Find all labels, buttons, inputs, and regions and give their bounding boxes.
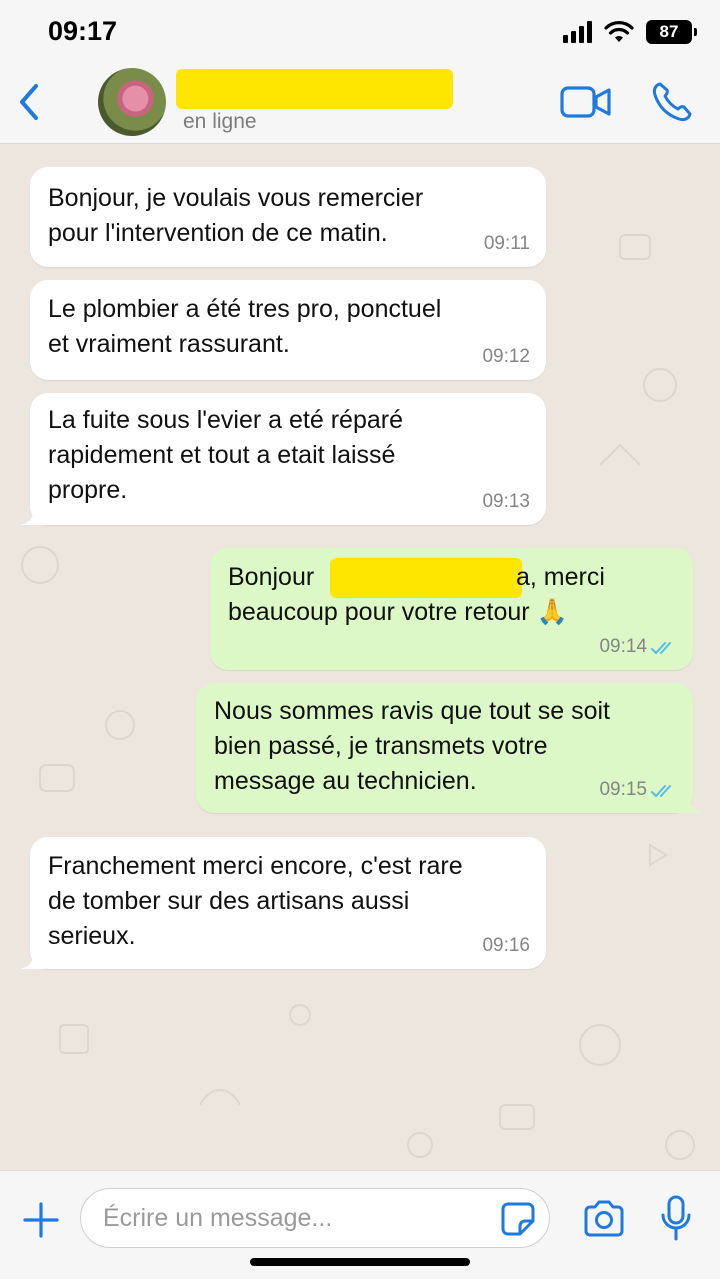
message-time: 09:15 — [599, 779, 647, 800]
message-bubble-incoming[interactable]: Bonjour, je voulais vous remercier pour … — [30, 167, 546, 267]
status-icons: 87 — [563, 18, 697, 46]
message-text: Le plombier a été tres pro, ponctuel et … — [48, 295, 442, 358]
message-time: 09:11 — [483, 233, 530, 254]
message-bubble-outgoing[interactable]: Bonjour a, merci beaucoup pour votre ret… — [210, 548, 693, 670]
message-text-line1-start: Bonjour — [228, 563, 315, 591]
message-text: Nous sommes ravis que tout se soit bien … — [214, 697, 610, 795]
read-ticks-icon — [651, 785, 671, 798]
message-bubble-outgoing[interactable]: Nous sommes ravis que tout se soit bien … — [196, 683, 703, 813]
contact-avatar[interactable] — [98, 68, 166, 136]
chat-area[interactable]: Bonjour, je voulais vous remercier pour … — [0, 145, 720, 1170]
message-text-line2: beaucoup pour votre retour 🙏 — [228, 598, 568, 626]
contact-status: en ligne — [183, 110, 257, 133]
message-time: 09:16 — [482, 935, 530, 956]
sticker-button[interactable] — [500, 1201, 536, 1237]
message-input[interactable] — [80, 1188, 550, 1248]
read-ticks-icon — [651, 642, 671, 655]
bubble-tail — [677, 791, 703, 813]
home-indicator — [250, 1258, 470, 1266]
message-time: 09:12 — [482, 346, 530, 367]
status-time: 09:17 — [48, 16, 118, 46]
message-text: La fuite sous l'evier a eté réparé rapid… — [48, 406, 403, 504]
battery-level: 87 — [659, 22, 679, 41]
bubble-tail — [20, 947, 46, 969]
attach-plus-button[interactable] — [22, 1201, 60, 1239]
message-text: Bonjour, je voulais vous remercier pour … — [48, 184, 424, 247]
message-bubble-incoming[interactable]: Franchement merci encore, c'est rare de … — [20, 837, 546, 969]
message-time: 09:14 — [599, 636, 647, 657]
battery-icon: 87 — [646, 20, 697, 44]
chat-header: en ligne — [0, 60, 720, 144]
message-text: Franchement merci encore, c'est rare de … — [48, 852, 463, 950]
contact-name-redacted[interactable] — [176, 69, 453, 109]
back-button[interactable] — [12, 80, 48, 124]
message-bubble-incoming[interactable]: Le plombier a été tres pro, ponctuel et … — [30, 280, 546, 380]
message-bubble-incoming[interactable]: La fuite sous l'evier a eté réparé rapid… — [20, 393, 546, 525]
cellular-signal-icon — [563, 21, 592, 43]
message-time: 09:13 — [482, 491, 530, 512]
wifi-icon — [604, 21, 634, 42]
microphone-button[interactable] — [660, 1195, 692, 1241]
camera-button[interactable] — [582, 1199, 626, 1239]
status-bar: 09:17 87 — [0, 0, 720, 60]
video-call-button[interactable] — [560, 84, 612, 120]
message-text-line1-end: a, merci — [516, 563, 605, 591]
voice-call-button[interactable] — [650, 80, 694, 124]
redacted-name — [330, 558, 522, 598]
bubble-tail — [20, 503, 46, 525]
